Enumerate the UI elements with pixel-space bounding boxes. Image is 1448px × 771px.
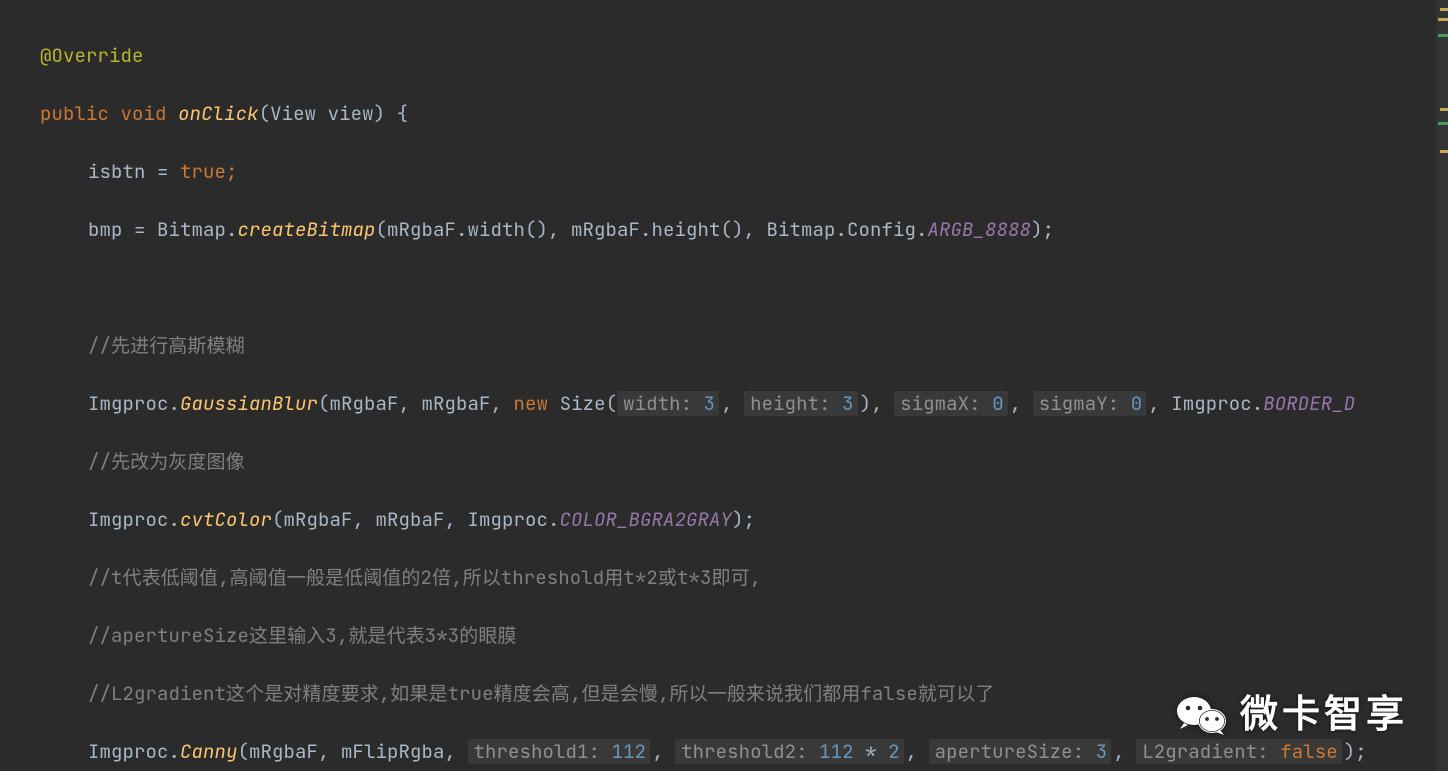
watermark: 微卡智享 bbox=[1176, 693, 1408, 737]
param-hint: L2gradient: false bbox=[1136, 739, 1342, 764]
param-hint: sigmaX: 0 bbox=[894, 391, 1008, 416]
gutter-mark bbox=[1438, 18, 1448, 21]
annotation: @Override bbox=[40, 43, 144, 68]
gutter-mark bbox=[1438, 34, 1448, 37]
gutter-mark bbox=[1440, 150, 1448, 153]
code-line: public void onClick(View view) { bbox=[40, 99, 1448, 128]
param-hint: sigmaY: 0 bbox=[1033, 391, 1147, 416]
watermark-text: 微卡智享 bbox=[1240, 701, 1408, 730]
param-hint: height: 3 bbox=[744, 391, 858, 416]
param-hint: width: 3 bbox=[617, 391, 719, 416]
wechat-icon bbox=[1176, 693, 1228, 737]
code-line: bmp = Bitmap.createBitmap(mRgbaF.width()… bbox=[40, 215, 1448, 244]
code-line: @Override bbox=[40, 41, 1448, 70]
blank-line bbox=[40, 273, 1448, 302]
code-line: //apertureSize这里输入3,就是代表3*3的眼膜 bbox=[40, 621, 1448, 650]
method-name: onClick bbox=[178, 101, 259, 126]
gutter-mark bbox=[1440, 108, 1448, 111]
comment: //L2gradient这个是对精度要求,如果是true精度会高,但是会慢,所以… bbox=[88, 681, 994, 706]
param-hint: threshold2: 112 * 2 bbox=[675, 739, 904, 764]
comment: //先进行高斯模糊 bbox=[88, 333, 245, 358]
comment: //先改为灰度图像 bbox=[88, 449, 245, 474]
code-editor[interactable]: @Override public void onClick(View view)… bbox=[0, 0, 1448, 771]
code-line: Imgproc.Canny(mRgbaF, mFlipRgba, thresho… bbox=[40, 737, 1448, 766]
param-hint: apertureSize: 3 bbox=[929, 739, 1112, 764]
code-line: //先改为灰度图像 bbox=[40, 447, 1448, 476]
param-hint: threshold1: 112 bbox=[468, 739, 651, 764]
comment: //apertureSize这里输入3,就是代表3*3的眼膜 bbox=[88, 623, 517, 648]
code-line: Imgproc.GaussianBlur(mRgbaF, mRgbaF, new… bbox=[40, 389, 1448, 418]
code-line: Imgproc.cvtColor(mRgbaF, mRgbaF, Imgproc… bbox=[40, 505, 1448, 534]
code-line: isbtn = true; bbox=[40, 157, 1448, 186]
editor-gutter-strip[interactable] bbox=[1436, 0, 1448, 771]
gutter-mark bbox=[1440, 8, 1448, 11]
code-line: //先进行高斯模糊 bbox=[40, 331, 1448, 360]
gutter-mark bbox=[1438, 122, 1448, 125]
code-line: //t代表低阈值,高阈值一般是低阈值的2倍,所以threshold用t*2或t*… bbox=[40, 563, 1448, 592]
comment: //t代表低阈值,高阈值一般是低阈值的2倍,所以threshold用t*2或t*… bbox=[88, 565, 761, 590]
